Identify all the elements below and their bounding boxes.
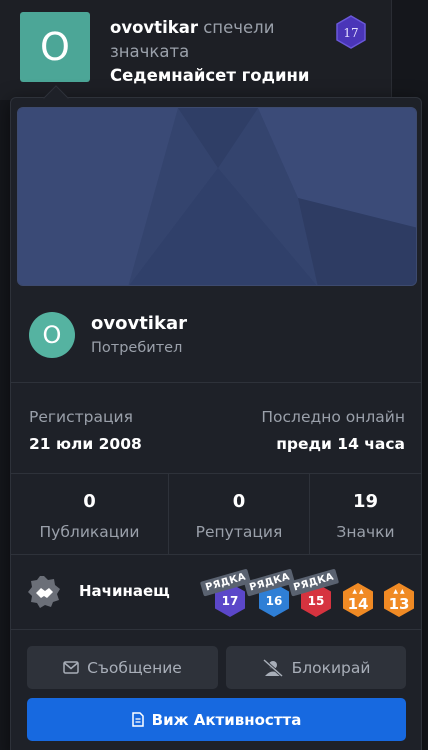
- rank-label: Начинаещ: [79, 582, 170, 600]
- svg-text:17: 17: [222, 594, 239, 608]
- stat-label: Публикации: [39, 523, 140, 541]
- last-online-label: Последно онлайн: [261, 408, 405, 426]
- stat-label: Значки: [336, 523, 395, 541]
- message-button[interactable]: Съобщение: [27, 646, 218, 689]
- stat-value: 0: [232, 491, 246, 512]
- svg-text:16: 16: [266, 594, 283, 608]
- view-activity-button[interactable]: Виж Активността: [27, 698, 406, 741]
- handshake-icon: [28, 576, 60, 608]
- divider: [11, 382, 421, 383]
- envelope-icon: [63, 661, 79, 674]
- badge-14-icon[interactable]: ▲ ▲ 14: [339, 581, 377, 619]
- feed-text: ovovtikar спечели значката Седемнайсет г…: [110, 16, 325, 88]
- stat-value: 19: [352, 491, 379, 512]
- svg-text:15: 15: [308, 594, 325, 608]
- feed-badge-name[interactable]: Седемнайсет години: [110, 64, 325, 88]
- cover-image: [17, 107, 417, 286]
- profile-role: Потребител: [91, 340, 183, 356]
- last-online-value: преди 14 часа: [276, 435, 405, 453]
- stat-label: Репутация: [195, 523, 283, 541]
- svg-text:▲ ▲: ▲ ▲: [352, 588, 364, 595]
- registration-info: Регистрация 21 юли 2008: [29, 406, 142, 455]
- profile-username[interactable]: ovovtikar: [91, 313, 187, 334]
- document-icon: [131, 712, 144, 727]
- svg-text:14: 14: [348, 595, 369, 613]
- rank-row: Начинаещ 17 16 15 ▲ ▲ 14 ▲ ▲ 13 РЯДКА РЯ…: [11, 555, 421, 629]
- stat-reputation[interactable]: 0 Репутация: [169, 474, 310, 554]
- stat-value: 0: [83, 491, 96, 512]
- page: O ovovtikar спечели значката Седемнайсет…: [0, 0, 428, 750]
- registration-label: Регистрация: [29, 408, 133, 426]
- registration-value: 21 юли 2008: [29, 435, 142, 453]
- feed-avatar[interactable]: O: [20, 12, 90, 82]
- badge-17-icon: 17: [336, 15, 366, 49]
- block-button-label: Блокирай: [291, 658, 371, 677]
- svg-text:▲ ▲: ▲ ▲: [393, 588, 405, 595]
- svg-text:17: 17: [343, 26, 358, 40]
- view-activity-label: Виж Активността: [151, 710, 302, 729]
- stats-row: 0 Публикации 0 Репутация 19 Значки: [11, 474, 421, 554]
- divider: [11, 629, 421, 630]
- block-button[interactable]: Блокирай: [226, 646, 406, 689]
- svg-text:13: 13: [389, 595, 410, 613]
- feed-item: O ovovtikar спечели значката Седемнайсет…: [0, 0, 392, 100]
- stat-badges[interactable]: 19 Значки: [310, 474, 421, 554]
- badge-13-icon[interactable]: ▲ ▲ 13: [380, 581, 418, 619]
- feed-username[interactable]: ovovtikar: [110, 18, 198, 37]
- badge-list: 17 16 15 ▲ ▲ 14 ▲ ▲ 13 РЯДКА РЯДКА РЯДКА: [193, 565, 414, 621]
- message-button-label: Съобщение: [87, 658, 182, 677]
- last-online-info: Последно онлайн преди 14 часа: [261, 406, 405, 455]
- user-slash-icon: [262, 658, 284, 677]
- profile-header: O ovovtikar Потребител: [29, 312, 409, 362]
- avatar[interactable]: O: [29, 312, 75, 358]
- user-popover-card: O ovovtikar Потребител Регистрация 21 юл…: [10, 85, 422, 750]
- stat-posts[interactable]: 0 Публикации: [11, 474, 169, 554]
